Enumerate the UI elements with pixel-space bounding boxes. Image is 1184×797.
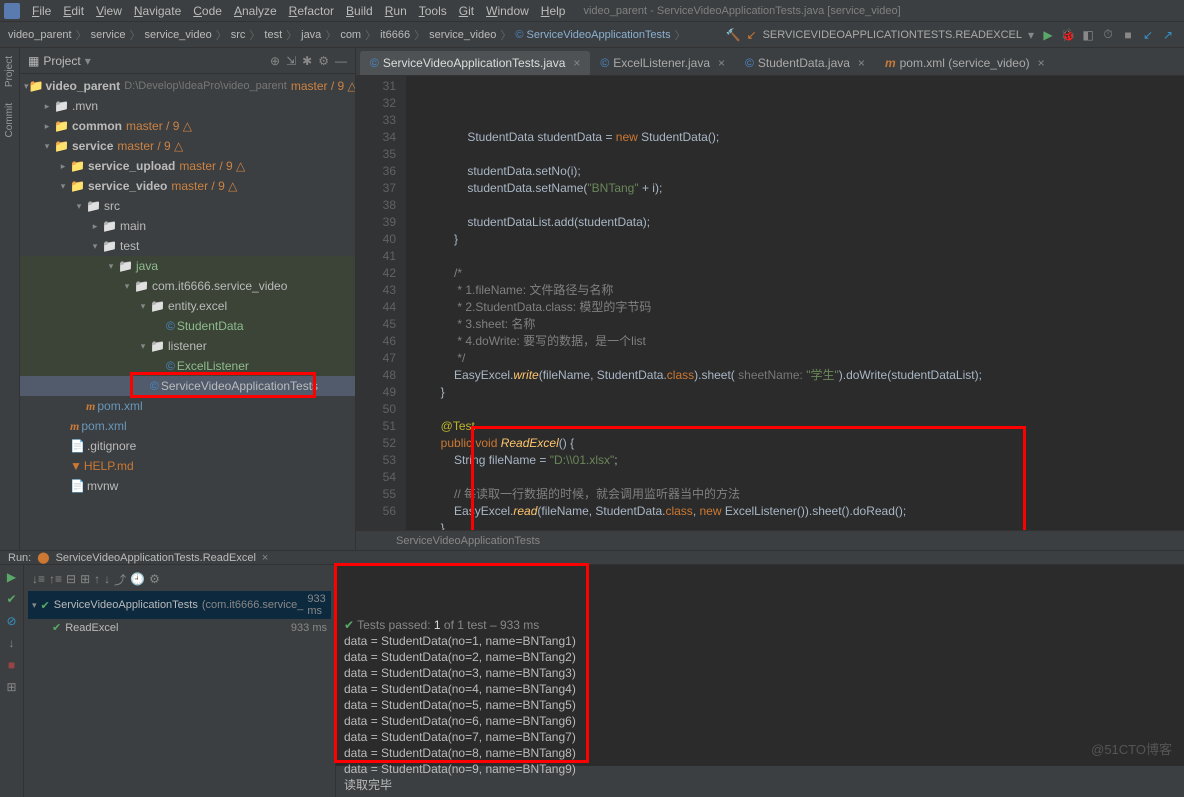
sort-icon[interactable]: ↓≡ bbox=[32, 572, 45, 586]
tab-ExcelListener.java[interactable]: ©ExcelListener.java× bbox=[590, 51, 735, 75]
build-icon[interactable]: 🔨 bbox=[726, 28, 741, 42]
update-icon[interactable]: ↙ bbox=[1140, 27, 1156, 43]
console-output[interactable]: ✔ Tests passed: 1 of 1 test – 933 msdata… bbox=[336, 565, 1184, 797]
run-title: ServiceVideoApplicationTests.ReadExcel bbox=[56, 552, 256, 564]
prev-icon[interactable]: ↑ bbox=[94, 572, 100, 586]
menu-git[interactable]: Git bbox=[453, 2, 480, 20]
commit-tab[interactable]: Commit bbox=[2, 95, 17, 145]
code-area[interactable]: StudentData studentData = new StudentDat… bbox=[406, 76, 1184, 530]
stop-run-icon[interactable]: ■ bbox=[4, 657, 20, 673]
filter-icon[interactable]: ↑≡ bbox=[49, 572, 62, 586]
debug-icon[interactable]: 🐞 bbox=[1060, 27, 1076, 43]
breadcrumb[interactable]: video_parent 〉service 〉service_video 〉sr… bbox=[8, 27, 686, 43]
down-icon[interactable]: ↓ bbox=[4, 635, 20, 651]
editor-tabs: ©ServiceVideoApplicationTests.java×©Exce… bbox=[356, 48, 1184, 76]
menu-refactor[interactable]: Refactor bbox=[283, 2, 340, 20]
expand-icon[interactable]: ⇲ bbox=[286, 54, 296, 68]
close-icon: × bbox=[1038, 56, 1045, 70]
test-child[interactable]: ✔ReadExcel 933 ms bbox=[28, 619, 331, 636]
editor-body[interactable]: 3132333435363738394041424344454647484950… bbox=[356, 76, 1184, 530]
stop-icon[interactable]: ■ bbox=[1120, 27, 1136, 43]
menu-navigate[interactable]: Navigate bbox=[128, 2, 187, 20]
gear-icon[interactable]: ⚙ bbox=[149, 572, 160, 586]
left-tool-tabs: Project Commit bbox=[0, 48, 20, 550]
selected-file-svat[interactable]: ©ServiceVideoApplicationTests bbox=[20, 376, 355, 396]
menu-help[interactable]: Help bbox=[535, 2, 572, 20]
run-side-icons: ▶ ✔ ⊘ ↓ ■ ⊞ bbox=[0, 565, 24, 797]
collapse-icon[interactable]: ✱ bbox=[302, 54, 312, 68]
expand-all-icon[interactable]: ⊟ bbox=[66, 572, 76, 586]
profile-icon[interactable]: ⏱ bbox=[1100, 27, 1116, 43]
menu-run[interactable]: Run bbox=[379, 2, 413, 20]
menu-build[interactable]: Build bbox=[340, 2, 379, 20]
test-root[interactable]: ▾✔ ServiceVideoApplicationTests(com.it66… bbox=[28, 591, 331, 619]
menu-edit[interactable]: Edit bbox=[57, 2, 90, 20]
window-title: video_parent - ServiceVideoApplicationTe… bbox=[583, 5, 900, 17]
menu-code[interactable]: Code bbox=[187, 2, 228, 20]
menu-analyze[interactable]: Analyze bbox=[228, 2, 283, 20]
history-icon[interactable]: 🕘 bbox=[130, 572, 145, 586]
git-pull-icon[interactable]: ↗ bbox=[1160, 27, 1176, 43]
close-icon: × bbox=[858, 56, 865, 70]
run-icon[interactable]: ▶ bbox=[1040, 27, 1056, 43]
tab-pom.xml (service_video)[interactable]: mpom.xml (service_video)× bbox=[875, 51, 1055, 75]
line-gutter: 3132333435363738394041424344454647484950… bbox=[356, 76, 406, 530]
toggle-pass-icon[interactable]: ✔ bbox=[4, 591, 20, 607]
menu-file[interactable]: File bbox=[26, 2, 57, 20]
toggle-skip-icon[interactable]: ⊘ bbox=[4, 613, 20, 629]
run-label: Run: bbox=[8, 552, 31, 564]
close-icon: × bbox=[573, 56, 580, 70]
editor-panel: ©ServiceVideoApplicationTests.java×©Exce… bbox=[356, 48, 1184, 550]
menu-bar: FileEditViewNavigateCodeAnalyzeRefactorB… bbox=[0, 0, 1184, 22]
run-config-selector[interactable]: SERVICEVIDEOAPPLICATIONTESTS.READEXCEL bbox=[763, 29, 1022, 41]
select-opened-icon[interactable]: ⊕ bbox=[270, 54, 280, 68]
rerun-icon[interactable]: ▶ bbox=[4, 569, 20, 585]
project-panel: ▦ Project ▾ ⊕ ⇲ ✱ ⚙ — ▾video_parentD:\De… bbox=[20, 48, 356, 550]
coverage-icon[interactable]: ◧ bbox=[1080, 27, 1096, 43]
hide-icon[interactable]: — bbox=[335, 54, 347, 68]
menu-window[interactable]: Window bbox=[480, 2, 535, 20]
close-icon: × bbox=[718, 56, 725, 70]
collapse-all-icon[interactable]: ⊞ bbox=[80, 572, 90, 586]
nav-bar: video_parent 〉service 〉service_video 〉sr… bbox=[0, 22, 1184, 48]
project-tree[interactable]: ▾video_parentD:\Develop\IdeaPro\video_pa… bbox=[20, 74, 355, 550]
layout-icon[interactable]: ⊞ bbox=[4, 679, 20, 695]
ide-logo bbox=[4, 3, 20, 19]
next-icon[interactable]: ↓ bbox=[104, 572, 110, 586]
tab-ServiceVideoApplicationTests.java[interactable]: ©ServiceVideoApplicationTests.java× bbox=[360, 51, 590, 75]
project-title: Project bbox=[43, 54, 80, 68]
tab-StudentData.java[interactable]: ©StudentData.java× bbox=[735, 51, 875, 75]
watermark: @51CTO博客 bbox=[1091, 739, 1172, 758]
menu-view[interactable]: View bbox=[90, 2, 128, 20]
run-close-icon[interactable]: × bbox=[262, 552, 268, 564]
project-tab[interactable]: Project bbox=[2, 48, 17, 95]
menu-tools[interactable]: Tools bbox=[413, 2, 453, 20]
editor-breadcrumb[interactable]: ServiceVideoApplicationTests bbox=[356, 530, 1184, 550]
run-panel: Run: ⬤ ServiceVideoApplicationTests.Read… bbox=[0, 550, 1184, 766]
settings-icon[interactable]: ⚙ bbox=[318, 54, 329, 68]
run-test-tree: ↓≡ ↑≡ ⊟ ⊞ ↑ ↓ ⤴ 🕘 ⚙ ▾✔ ServiceVideoAppli… bbox=[24, 565, 336, 797]
export-icon[interactable]: ⤴ bbox=[114, 571, 126, 588]
